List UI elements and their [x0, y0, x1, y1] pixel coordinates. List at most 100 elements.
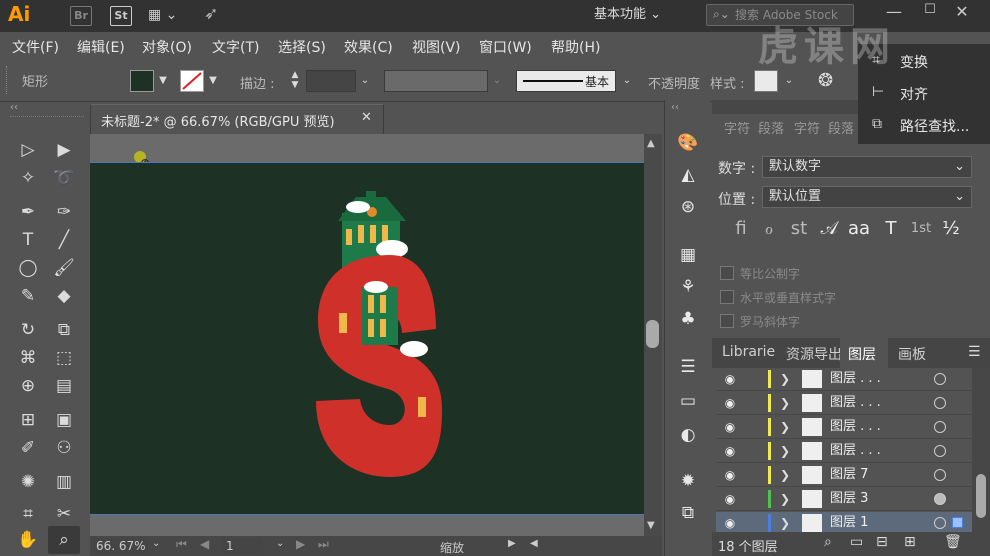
transparency-icon[interactable]: ◐	[674, 422, 702, 448]
target-icon[interactable]	[934, 421, 946, 433]
selection-square-icon[interactable]	[952, 517, 963, 528]
layer-name[interactable]: 图层 1	[830, 514, 868, 532]
layer-row[interactable]: ◉ ❯ 图层 . . .	[716, 368, 972, 391]
gradient-tool-icon[interactable]: ▣	[48, 406, 80, 434]
last-artboard-icon[interactable]: ⏭	[318, 537, 329, 552]
symbol-sprayer-tool-icon[interactable]: ✺	[12, 468, 44, 496]
appearance-icon[interactable]: ⊛	[674, 194, 702, 220]
artboard[interactable]	[90, 162, 644, 514]
chevron-right-icon[interactable]: ❯	[780, 490, 794, 508]
menu-help[interactable]: 帮助(H)	[551, 37, 600, 57]
zoom-dropdown-icon[interactable]: ⌄	[152, 538, 160, 549]
artboard-tool-icon[interactable]: ⌗	[12, 500, 44, 528]
brushes-icon[interactable]: ⚘	[674, 274, 702, 300]
stock-button[interactable]: St	[110, 6, 132, 26]
target-icon[interactable]	[934, 517, 946, 529]
vertical-scrollbar[interactable]: ▲ ▼	[644, 134, 662, 536]
tab-character-2[interactable]: 字符	[794, 118, 820, 137]
document-tab[interactable]: 未标题-2* @ 66.67% (RGB/GPU 预览) ✕	[90, 104, 384, 134]
stroke-label[interactable]: 描边 :	[240, 73, 275, 92]
eye-icon[interactable]: ◉	[722, 370, 738, 388]
stroke-swatch[interactable]	[180, 70, 204, 92]
tab-paragraph-2[interactable]: 段落	[828, 118, 854, 137]
menu-file[interactable]: 文件(F)	[12, 37, 59, 57]
paintbrush-tool-icon[interactable]: 🖌	[48, 254, 80, 282]
pathfinder-item[interactable]: ⧉ 路径查找...	[872, 116, 969, 136]
variable-width-profile[interactable]	[384, 70, 488, 92]
stroke-weight-stepper[interactable]: ▲ ▼	[288, 70, 302, 92]
artboard-dropdown-icon[interactable]: ⌄	[276, 538, 284, 549]
ordinals-icon[interactable]: 1st	[910, 218, 932, 240]
color-guide-icon[interactable]: 🎨	[674, 130, 702, 156]
artboards-panel-icon[interactable]: ⧉	[674, 500, 702, 526]
titling-alternates-icon[interactable]: T	[880, 218, 902, 240]
stroke-panel-icon[interactable]: ☰	[674, 354, 702, 380]
brush-definition[interactable]: 基本	[516, 70, 616, 92]
chevron-right-icon[interactable]: ❯	[780, 394, 794, 412]
scale-tool-icon[interactable]: ⧉	[48, 316, 80, 344]
position-select[interactable]: 默认位置 ⌄	[762, 186, 972, 208]
layers-scrollbar[interactable]	[972, 368, 990, 532]
recolor-artwork-icon[interactable]: ❂	[818, 70, 840, 92]
fill-dropdown-icon[interactable]: ▼	[156, 71, 170, 91]
slice-tool-icon[interactable]: ✂	[48, 500, 80, 528]
tab-paragraph[interactable]: 段落	[758, 118, 784, 137]
layer-row[interactable]: ◉ ❯ 图层 . . .	[716, 392, 972, 415]
new-sublayer-icon[interactable]: ⊟	[876, 534, 888, 550]
layer-name[interactable]: 图层 3	[830, 490, 868, 508]
curvature-tool-icon[interactable]: ✑	[48, 198, 80, 226]
menu-select[interactable]: 选择(S)	[278, 37, 326, 57]
bridge-button[interactable]: Br	[70, 6, 92, 26]
stroke-dropdown-icon[interactable]: ▼	[206, 71, 220, 91]
opacity-label[interactable]: 不透明度	[648, 73, 700, 92]
direct-selection-tool-icon[interactable]: ▶	[48, 136, 80, 164]
close-tab-icon[interactable]: ✕	[361, 110, 372, 125]
layers-scroll-thumb[interactable]	[976, 474, 986, 518]
zoom-level-input[interactable]: 66. 67%	[94, 538, 148, 554]
align-item[interactable]: ⊢ 对齐	[872, 84, 928, 104]
proportional-metrics-checkbox[interactable]	[720, 266, 734, 280]
color-icon[interactable]: ◭	[674, 162, 702, 188]
type-tool-icon[interactable]: T	[12, 226, 44, 254]
magic-wand-tool-icon[interactable]: ✧	[12, 164, 44, 192]
number-select[interactable]: 默认数字 ⌄	[762, 156, 972, 178]
target-icon[interactable]	[934, 397, 946, 409]
chevron-right-icon[interactable]: ❯	[780, 370, 794, 388]
layer-name[interactable]: 图层 . . .	[830, 394, 881, 412]
eye-icon[interactable]: ◉	[722, 466, 738, 484]
graphic-styles-icon[interactable]: ✹	[674, 468, 702, 494]
locate-object-icon[interactable]: ⌕	[824, 534, 832, 550]
ellipse-tool-icon[interactable]: ◯	[12, 254, 44, 282]
roman-italics-checkbox[interactable]	[720, 314, 734, 328]
canvas-area[interactable]: ⊕	[90, 134, 644, 536]
mesh-tool-icon[interactable]: ⊞	[12, 406, 44, 434]
chevron-right-icon[interactable]: ❯	[780, 418, 794, 436]
menu-type[interactable]: 文字(T)	[212, 37, 259, 57]
layer-row[interactable]: ◉ ❯ 图层 3	[716, 488, 972, 511]
target-icon[interactable]	[934, 469, 946, 481]
scroll-left-icon[interactable]: ◀	[530, 538, 538, 549]
target-icon[interactable]	[934, 493, 946, 505]
graphic-style-swatch[interactable]	[754, 70, 778, 92]
workspace-switcher[interactable]: 基本功能 ⌄	[594, 4, 686, 26]
stroke-weight-dropdown-icon[interactable]: ⌄	[358, 71, 372, 91]
tools-grip[interactable]	[10, 116, 84, 118]
collapse-tools-icon[interactable]: ‹‹	[10, 102, 18, 113]
next-artboard-icon[interactable]: ▶	[296, 537, 305, 551]
first-artboard-icon[interactable]: ⏮	[176, 537, 187, 552]
maximize-icon[interactable]: ☐	[920, 2, 940, 22]
profile-dropdown-icon[interactable]: ⌄	[490, 71, 504, 91]
gpu-performance-icon[interactable]: ➶	[204, 4, 228, 26]
rotate-tool-icon[interactable]: ↻	[12, 316, 44, 344]
tab-libraries[interactable]: Librarie	[722, 344, 775, 360]
tab-character[interactable]: 字符	[724, 118, 750, 137]
eyedropper-tool-icon[interactable]: ✐	[12, 434, 44, 462]
arrange-documents-icon[interactable]: ▦ ⌄	[148, 7, 182, 25]
selection-tool-icon[interactable]: ▷	[12, 136, 44, 164]
stroke-weight-input[interactable]	[306, 70, 356, 92]
contextual-alternates-icon[interactable]: ℴ	[758, 218, 780, 240]
column-graph-tool-icon[interactable]: ▥	[48, 468, 80, 496]
width-tool-icon[interactable]: ⌘	[12, 344, 44, 372]
hand-tool-icon[interactable]: ✋	[12, 526, 44, 554]
eye-icon[interactable]: ◉	[722, 490, 738, 508]
